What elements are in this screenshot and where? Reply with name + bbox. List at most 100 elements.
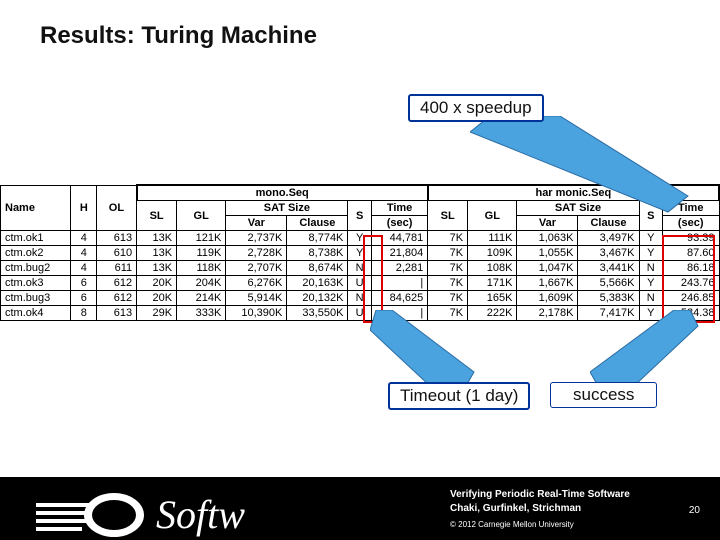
cell: 171K	[468, 276, 517, 291]
cell: 4	[71, 246, 97, 261]
slide-title: Results: Turing Machine	[40, 22, 317, 50]
col-name: Name	[1, 185, 71, 231]
cell: 4	[71, 261, 97, 276]
cell: 204K	[177, 276, 226, 291]
cell: 1,609K	[517, 291, 578, 306]
cell: ctm.ok4	[1, 306, 71, 321]
cell: ctm.bug2	[1, 261, 71, 276]
cell: 13K	[137, 231, 177, 246]
callout-speedup: 400 x speedup	[408, 94, 544, 122]
cell: N	[348, 291, 371, 306]
cell: 93.39	[662, 231, 719, 246]
cell: 5,914K	[226, 291, 287, 306]
cell: 214K	[177, 291, 226, 306]
col-time-unit: (sec)	[371, 216, 427, 231]
callout-timeout: Timeout (1 day)	[388, 382, 530, 410]
cell: Y	[348, 246, 371, 261]
cell: ctm.ok2	[1, 246, 71, 261]
cell: 613	[97, 306, 137, 321]
cell: 13K	[137, 261, 177, 276]
cell: 84,625	[371, 291, 427, 306]
col-var2: Var	[517, 216, 578, 231]
cell: 8,774K	[287, 231, 348, 246]
cell: Y	[639, 246, 662, 261]
cell: 5,566K	[578, 276, 639, 291]
arrow-success	[590, 310, 700, 386]
cell: 119K	[177, 246, 226, 261]
cell: 246.85	[662, 291, 719, 306]
cell: Y	[348, 231, 371, 246]
cell: 7K	[428, 276, 468, 291]
cell: 243.76	[662, 276, 719, 291]
cell: 10,390K	[226, 306, 287, 321]
cell: 3,441K	[578, 261, 639, 276]
cell: 13K	[137, 246, 177, 261]
slide: Results: Turing Machine 400 x speedup Na…	[0, 0, 720, 540]
cell: 2,707K	[226, 261, 287, 276]
cell: 109K	[468, 246, 517, 261]
cell: ctm.bug3	[1, 291, 71, 306]
table-row: ctm.ok2461013K119K2,728K8,738KY21,8047K1…	[1, 246, 720, 261]
cell: 7K	[428, 231, 468, 246]
cell: 1,667K	[517, 276, 578, 291]
footer: Softw Verifying Periodic Real-Time Softw…	[0, 477, 720, 540]
cell: 612	[97, 291, 137, 306]
col-h: H	[71, 185, 97, 231]
cell: 121K	[177, 231, 226, 246]
cell: 21,804	[371, 246, 427, 261]
cell: 2,178K	[517, 306, 578, 321]
page-number: 20	[689, 505, 700, 516]
cell: 613	[97, 231, 137, 246]
footer-line2: Chaki, Gurfinkel, Strichman	[450, 503, 581, 514]
col-time: Time	[371, 201, 427, 216]
cell: 7K	[428, 246, 468, 261]
table-row: ctm.ok3661220K204K6,276K20,163KU|7K171K1…	[1, 276, 720, 291]
cell: 3,497K	[578, 231, 639, 246]
footer-line1: Verifying Periodic Real-Time Software	[450, 489, 630, 500]
cell: 610	[97, 246, 137, 261]
cell: 7K	[428, 261, 468, 276]
cell: 44,781	[371, 231, 427, 246]
svg-text:Softw: Softw	[156, 492, 245, 537]
cell: 5,383K	[578, 291, 639, 306]
cell: 611	[97, 261, 137, 276]
cell: 8,674K	[287, 261, 348, 276]
cell: 33,550K	[287, 306, 348, 321]
col-sl: SL	[137, 201, 177, 231]
cell: 20,132K	[287, 291, 348, 306]
cell: 20,163K	[287, 276, 348, 291]
col-gl: GL	[177, 201, 226, 231]
col-group-mono: mono.Seq	[137, 185, 428, 201]
col-sl2: SL	[428, 201, 468, 231]
cell: 86.18	[662, 261, 719, 276]
cell: N	[639, 261, 662, 276]
cell: 6,276K	[226, 276, 287, 291]
callout-success: success	[550, 382, 657, 408]
cell: ctm.ok1	[1, 231, 71, 246]
table-row: ctm.bug3661220K214K5,914K20,132KN84,6257…	[1, 291, 720, 306]
cell: 3,467K	[578, 246, 639, 261]
cell: 2,728K	[226, 246, 287, 261]
col-ol: OL	[97, 185, 137, 231]
cell: 8	[71, 306, 97, 321]
cell: 8,738K	[287, 246, 348, 261]
col-clause2: Clause	[578, 216, 639, 231]
cell: 1,047K	[517, 261, 578, 276]
cell: U	[348, 306, 371, 321]
cell: N	[639, 291, 662, 306]
col-var: Var	[226, 216, 287, 231]
arrow-speedup	[470, 116, 700, 216]
cell: 20K	[137, 291, 177, 306]
table-row: ctm.bug2461113K118K2,707K8,674KN2,2817K1…	[1, 261, 720, 276]
cell: 2,737K	[226, 231, 287, 246]
cell: 108K	[468, 261, 517, 276]
cell: 1,055K	[517, 246, 578, 261]
col-sat: SAT Size	[226, 201, 348, 216]
arrow-timeout	[370, 310, 490, 386]
logo: Softw	[36, 483, 356, 537]
col-s: S	[348, 201, 371, 231]
cell: 87.60	[662, 246, 719, 261]
cell: 7K	[428, 291, 468, 306]
cell: 6	[71, 291, 97, 306]
cell: 612	[97, 276, 137, 291]
